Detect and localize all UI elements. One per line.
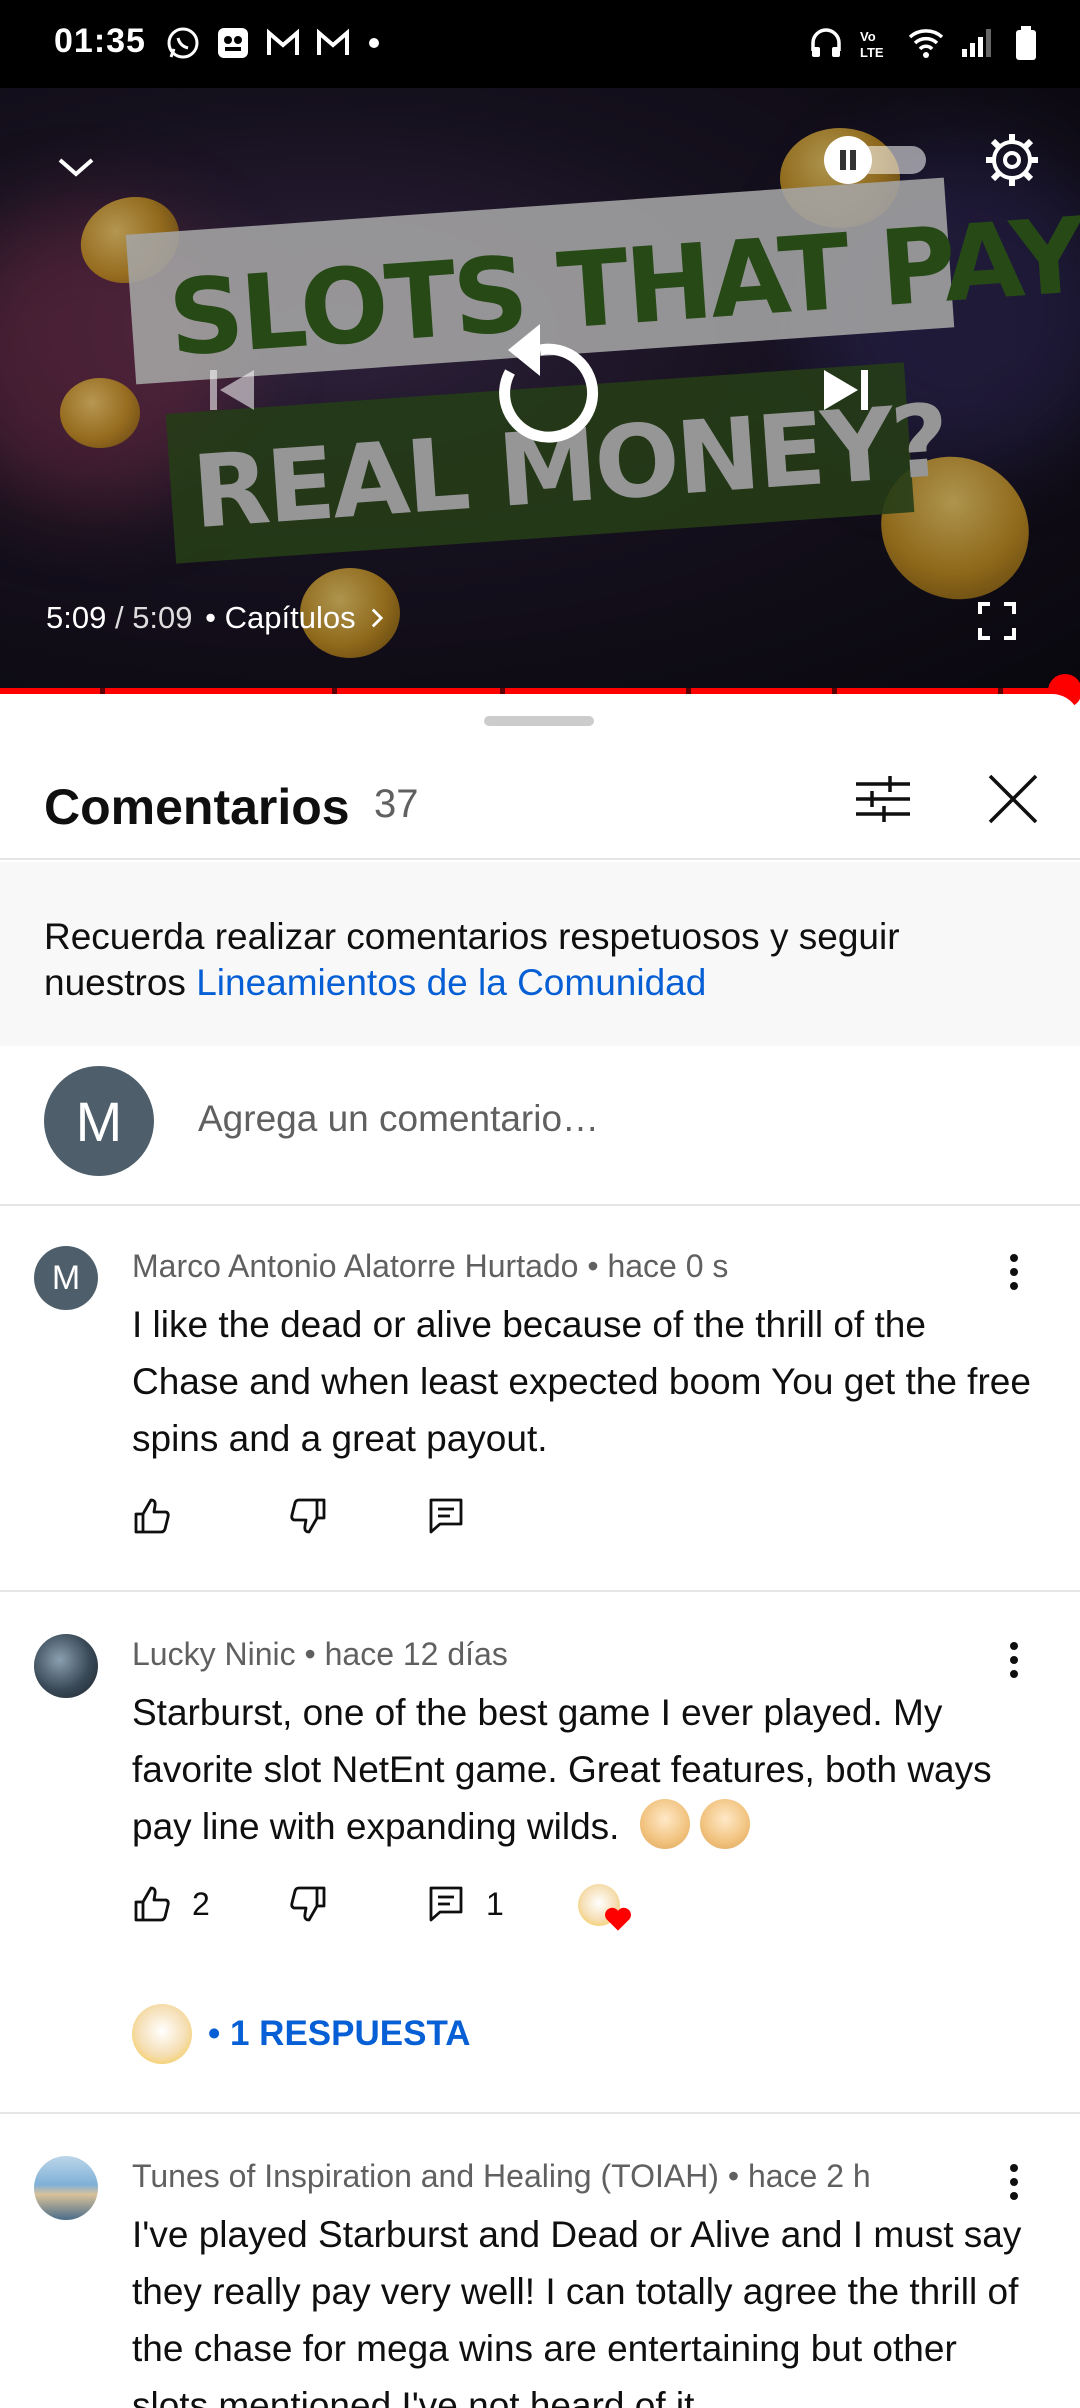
time-current: 5:09 bbox=[46, 600, 107, 635]
next-icon[interactable] bbox=[818, 362, 874, 418]
view-replies-button[interactable]: • 1 RESPUESTA bbox=[132, 2004, 471, 2064]
close-icon[interactable] bbox=[980, 766, 1046, 832]
video-time: 5:09 / 5:09 • Capítulos bbox=[46, 600, 384, 636]
more-vert-icon[interactable] bbox=[996, 2162, 1032, 2202]
comment-item: M Marco Antonio Alatorre Hurtado • hace … bbox=[0, 1206, 1080, 1592]
dislike-button[interactable] bbox=[288, 1496, 328, 1536]
whatsapp-icon bbox=[167, 27, 199, 59]
chevron-down-icon[interactable] bbox=[54, 146, 98, 190]
volte-icon: VoLTE bbox=[860, 29, 884, 60]
svg-text:Vo: Vo bbox=[860, 29, 876, 44]
comment-text-body: Starburst, one of the best game I ever p… bbox=[132, 1692, 992, 1847]
thumb-up-icon bbox=[134, 1886, 170, 1922]
replay-icon[interactable] bbox=[480, 320, 600, 450]
previous-icon[interactable] bbox=[204, 362, 260, 418]
dislike-button[interactable] bbox=[288, 1884, 328, 1924]
reply-button[interactable]: 1 bbox=[426, 1884, 504, 1924]
filter-icon[interactable] bbox=[850, 766, 916, 832]
avatar[interactable] bbox=[34, 1634, 98, 1698]
guidelines-link[interactable]: Lineamientos de la Comunidad bbox=[196, 962, 706, 1003]
status-right-icons: Vo LTE bbox=[808, 24, 1044, 62]
chapters-link[interactable]: • Capítulos bbox=[205, 600, 355, 635]
comment-author-meta[interactable]: Lucky Ninic • hace 12 días bbox=[132, 1636, 508, 1673]
headphones-icon bbox=[811, 28, 841, 57]
chevron-right-icon[interactable] bbox=[370, 606, 384, 630]
comment-item: Lucky Ninic • hace 12 días Starburst, on… bbox=[0, 1594, 1080, 2114]
svg-text:LTE: LTE bbox=[860, 45, 884, 60]
gear-icon[interactable] bbox=[984, 132, 1040, 188]
comments-sheet: Comentarios 37 Recuerda realizar comenta… bbox=[0, 694, 1080, 2408]
avatar: M bbox=[44, 1066, 154, 1176]
avatar[interactable]: M bbox=[34, 1246, 98, 1310]
like-button[interactable] bbox=[132, 1496, 172, 1536]
more-vert-icon[interactable] bbox=[996, 1252, 1032, 1292]
reply-icon bbox=[429, 1498, 463, 1534]
add-comment-input[interactable]: Agrega un comentario… bbox=[198, 1098, 599, 1140]
reply-count: 1 bbox=[486, 1885, 504, 1922]
comment-author-meta[interactable]: Tunes of Inspiration and Healing (TOIAH)… bbox=[132, 2158, 871, 2195]
thumb-down-icon bbox=[290, 1886, 326, 1922]
reply-button[interactable] bbox=[426, 1496, 466, 1536]
fullscreen-icon[interactable] bbox=[978, 602, 1016, 640]
comment-item: Tunes of Inspiration and Healing (TOIAH)… bbox=[0, 2116, 1080, 2408]
flexed-biceps-emoji-icon bbox=[639, 1799, 690, 1849]
comments-header: Comentarios 37 bbox=[0, 734, 1080, 860]
creator-heart-badge bbox=[578, 1884, 634, 1934]
thumb-down-icon bbox=[290, 1498, 326, 1534]
add-comment-row[interactable]: M Agrega un comentario… bbox=[0, 1046, 1080, 1206]
comments-count: 37 bbox=[374, 782, 419, 826]
community-notice: Recuerda realizar comentarios respetuoso… bbox=[0, 862, 1080, 1046]
time-total: 5:09 bbox=[132, 600, 193, 635]
thumb-up-icon bbox=[134, 1498, 170, 1534]
comments-title: Comentarios bbox=[44, 779, 350, 835]
status-bar: 01:35 Vo LTE bbox=[0, 0, 1080, 88]
avatar bbox=[132, 2004, 192, 2064]
comment-text: I've played Starburst and Dead or Alive … bbox=[132, 2214, 1022, 2408]
creator-heart-icon bbox=[578, 1884, 634, 1934]
reply-icon bbox=[429, 1886, 463, 1922]
battery-icon bbox=[1016, 26, 1036, 60]
like-count: 2 bbox=[192, 1885, 210, 1922]
time-separator: / bbox=[106, 600, 133, 635]
comment-author-meta[interactable]: Marco Antonio Alatorre Hurtado • hace 0 … bbox=[132, 1248, 728, 1285]
avatar[interactable] bbox=[34, 2156, 98, 2220]
status-time: 01:35 bbox=[54, 22, 146, 60]
gmail-icon bbox=[317, 28, 349, 55]
flexed-biceps-emoji-icon bbox=[700, 1799, 751, 1849]
status-left-icons bbox=[165, 24, 379, 62]
replies-link[interactable]: • 1 RESPUESTA bbox=[208, 2014, 471, 2054]
gmail-icon bbox=[267, 28, 299, 55]
app-icon bbox=[218, 28, 248, 58]
comment-text: Starburst, one of the best game I ever p… bbox=[132, 1684, 1032, 1855]
notification-dot bbox=[369, 38, 379, 48]
wifi-icon bbox=[908, 29, 944, 58]
like-button[interactable]: 2 bbox=[132, 1884, 210, 1924]
more-vert-icon[interactable] bbox=[996, 1640, 1032, 1680]
signal-icon bbox=[962, 29, 991, 57]
autoplay-toggle[interactable] bbox=[824, 136, 926, 184]
video-player[interactable]: SLOTS THAT PAY REAL MONEY? 5:09 / 5:09 •… bbox=[0, 88, 1080, 688]
comment-text: I like the dead or alive because of the … bbox=[132, 1304, 1031, 1459]
drag-handle[interactable] bbox=[484, 716, 594, 726]
